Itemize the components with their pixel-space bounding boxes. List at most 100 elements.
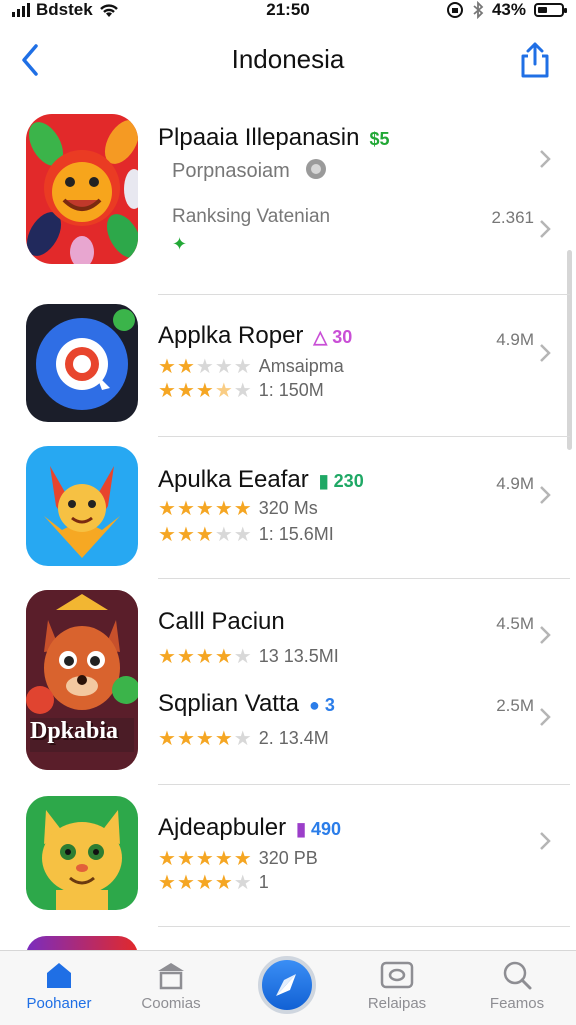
price-badge: ▮ 490 bbox=[296, 819, 342, 839]
app-name: Calll Paciun bbox=[158, 608, 285, 635]
star-icon: ★ bbox=[176, 524, 196, 546]
app-name-row: Applka Roper △ 30 bbox=[158, 322, 352, 350]
star-icon: ★ bbox=[176, 356, 196, 378]
list-item[interactable]: Plpaaia Illepanasin $5 Porpnasoiam Ranksi… bbox=[0, 112, 576, 295]
star-icon: ★ bbox=[214, 728, 234, 750]
star-icon: ★ bbox=[176, 380, 196, 402]
list-item[interactable]: Apulka Eeafar ▮ 230 ★★★★★ 320 Ms ★★★★★ 1:… bbox=[0, 444, 576, 579]
star-rating: ★★★★★ bbox=[158, 644, 253, 669]
tab-search[interactable]: Feamos bbox=[462, 959, 572, 1012]
tab-store[interactable]: Coomias bbox=[116, 959, 226, 1012]
app-icon[interactable]: Dpkabia bbox=[26, 590, 138, 770]
star-icon: ★ bbox=[233, 728, 253, 750]
star-icon: ★ bbox=[214, 872, 234, 894]
star-icon: ★ bbox=[214, 498, 234, 520]
rating-count: 2. 13.4M bbox=[258, 728, 329, 748]
chevron-right-icon[interactable] bbox=[538, 484, 552, 506]
chevron-right-icon[interactable] bbox=[538, 624, 552, 646]
app-name: Ajdeapbuler bbox=[158, 814, 287, 841]
tab-games[interactable]: Relaipas bbox=[342, 959, 452, 1012]
star-icon: ★ bbox=[176, 646, 196, 668]
chevron-right-icon[interactable] bbox=[538, 706, 552, 728]
status-bar: Bdstek 21:50 43% bbox=[0, 0, 576, 24]
rating-row: ★★★★★ Amsaipma bbox=[158, 354, 344, 379]
tab-label: Feamos bbox=[489, 995, 545, 1012]
star-icon: ★ bbox=[195, 728, 215, 750]
app-size: 4.5M bbox=[496, 614, 534, 633]
star-icon: ★ bbox=[214, 646, 234, 668]
app-icon[interactable] bbox=[26, 796, 138, 910]
divider bbox=[158, 578, 570, 579]
status-right-group: 43% bbox=[446, 0, 567, 20]
list-item[interactable]: Ajdeapbuler ▮ 490 ★★★★★ 320 PB ★★★★★ 1 bbox=[0, 794, 576, 934]
tab-home[interactable]: Poohaner bbox=[4, 959, 114, 1012]
rating-row: ★★★★★ 1: 150M bbox=[158, 378, 324, 403]
rating-row: ★★★★★ 1: 15.6MI bbox=[158, 522, 334, 547]
app-subtitle: Porpnasoiam bbox=[172, 160, 290, 182]
home-icon bbox=[47, 963, 71, 988]
fox-mascot-icon bbox=[44, 466, 120, 558]
star-icon: ★ bbox=[195, 872, 215, 894]
chevron-right-icon[interactable] bbox=[538, 148, 552, 170]
chevron-right-icon[interactable] bbox=[538, 830, 552, 852]
chevron-right-icon[interactable] bbox=[538, 218, 552, 240]
developer-name: 320 Ms bbox=[258, 498, 318, 518]
camera-lens-icon bbox=[36, 309, 135, 410]
developer-name: 320 PB bbox=[258, 848, 318, 868]
icon-overlay-text: Dpkabia bbox=[30, 718, 119, 744]
app-icon[interactable] bbox=[26, 114, 138, 264]
star-icon: ★ bbox=[158, 356, 177, 378]
app-name-row: Ajdeapbuler ▮ 490 bbox=[158, 814, 341, 842]
star-icon: ★ bbox=[158, 498, 177, 520]
app-icon[interactable] bbox=[26, 446, 138, 566]
badge-value: 30 bbox=[332, 327, 353, 347]
star-icon: ★ bbox=[158, 872, 177, 894]
mascot-icon bbox=[26, 120, 138, 264]
chevron-right-icon[interactable] bbox=[538, 342, 552, 364]
app-size: 2.5M bbox=[496, 696, 534, 715]
compass-button[interactable] bbox=[258, 956, 316, 1014]
price-badge: △ 30 bbox=[313, 327, 353, 347]
app-icon[interactable] bbox=[26, 304, 138, 422]
app-name-row: Plpaaia Illepanasin $5 bbox=[158, 124, 390, 152]
star-rating: ★★★★★ bbox=[158, 496, 253, 521]
rating-count: 13 13.5MI bbox=[258, 646, 339, 666]
rating-count: 1: 150M bbox=[258, 380, 324, 400]
star-icon: ★ bbox=[233, 498, 253, 520]
app-size: 4.9M bbox=[496, 474, 534, 493]
divider bbox=[158, 436, 570, 437]
rating-row: ★★★★★ 2. 13.4M bbox=[158, 726, 329, 751]
tab-label: Poohaner bbox=[26, 995, 92, 1012]
star-icon: ★ bbox=[158, 380, 177, 402]
page-title: Indonesia bbox=[231, 44, 345, 74]
star-icon: ★ bbox=[176, 872, 196, 894]
star-icon: ★ bbox=[176, 848, 196, 870]
tab-label: Coomias bbox=[141, 995, 201, 1012]
divider bbox=[158, 784, 570, 785]
gamepad-icon bbox=[380, 961, 414, 989]
star-icon: ★ bbox=[158, 646, 177, 668]
share-icon[interactable] bbox=[518, 40, 552, 80]
star-icon: ★ bbox=[195, 848, 215, 870]
star-rating: ★★★★★ bbox=[158, 846, 253, 871]
star-rating: ★★★★★ bbox=[158, 354, 253, 379]
star-icon: ★ bbox=[176, 498, 196, 520]
ranking-label: Ranksing Vatenian bbox=[172, 206, 331, 227]
navigation-bar: Indonesia bbox=[0, 30, 576, 90]
app-name: Sqplian Vatta bbox=[158, 690, 299, 717]
star-icon: ★ bbox=[233, 646, 253, 668]
star-icon: ★ bbox=[158, 728, 177, 750]
star-rating: ★★★★★ bbox=[158, 522, 253, 547]
list-item[interactable]: Dpkabia Calll Paciun ★★★★★ 13 13.5MI 4.5… bbox=[0, 588, 576, 785]
badge-value: 230 bbox=[333, 471, 364, 491]
star-icon: ★ bbox=[233, 356, 253, 378]
price-badge: $5 bbox=[369, 129, 390, 149]
star-icon: ★ bbox=[233, 848, 253, 870]
rating-row: ★★★★★ 320 PB bbox=[158, 846, 318, 871]
tab-label: Relaipas bbox=[367, 995, 427, 1012]
rating-row: ★★★★★ 320 Ms bbox=[158, 496, 318, 521]
store-icon bbox=[158, 963, 184, 990]
app-name-row: Apulka Eeafar ▮ 230 bbox=[158, 466, 364, 494]
star-icon: ★ bbox=[176, 728, 196, 750]
list-item[interactable]: Applka Roper △ 30 ★★★★★ Amsaipma ★★★★★ 1:… bbox=[0, 300, 576, 437]
